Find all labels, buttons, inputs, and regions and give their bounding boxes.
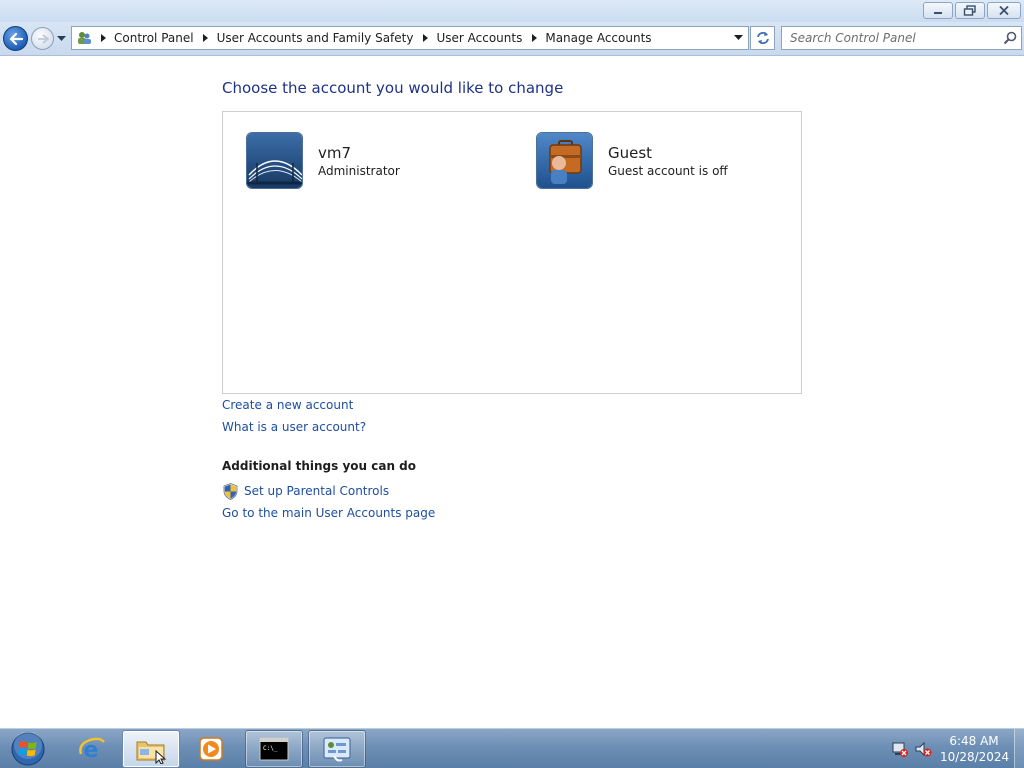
clock-date: 10/28/2024 (940, 750, 1010, 764)
minimize-button[interactable] (923, 2, 953, 19)
page-title: Choose the account you would like to cha… (222, 79, 564, 97)
account-tile-guest[interactable]: Guest Guest account is off (536, 132, 728, 189)
close-button[interactable] (987, 2, 1021, 19)
taskbar: e C:\_ 6:48 AM 10/28/2024 (0, 728, 1024, 768)
breadcrumb-arrow[interactable] (199, 27, 213, 49)
breadcrumb-user-accounts-family-safety[interactable]: User Accounts and Family Safety (213, 31, 419, 45)
command-prompt-icon: C:\_ (259, 737, 289, 761)
bridge-avatar-icon[interactable] (246, 132, 303, 189)
taskbar-media-player[interactable] (182, 730, 240, 768)
create-account-link[interactable]: Create a new account (222, 398, 353, 412)
taskbar-internet-explorer[interactable]: e (62, 730, 120, 768)
folder-icon (136, 741, 167, 764)
taskbar-control-panel[interactable] (308, 730, 366, 768)
refresh-button[interactable] (750, 26, 775, 50)
window-controls (923, 2, 1021, 19)
breadcrumb-arrow[interactable] (418, 27, 432, 49)
search-box[interactable]: Search Control Panel (781, 26, 1022, 50)
navigation-bar: Control Panel User Accounts and Family S… (0, 22, 1024, 56)
refresh-icon (756, 32, 769, 44)
accounts-list: vm7 Administrator Guest Guest account is… (222, 111, 802, 394)
minimize-icon (934, 11, 942, 14)
close-icon (999, 5, 1009, 16)
breadcrumb-manage-accounts[interactable]: Manage Accounts (541, 31, 656, 45)
breadcrumb-user-accounts[interactable]: User Accounts (432, 31, 527, 45)
maximize-button[interactable] (955, 2, 985, 19)
address-bar[interactable]: Control Panel User Accounts and Family S… (71, 26, 749, 50)
svg-text:e: e (84, 738, 99, 763)
breadcrumb-arrow[interactable] (527, 27, 541, 49)
window-titlebar (0, 0, 1024, 22)
parental-controls-task[interactable]: Set up Parental Controls (222, 482, 389, 500)
control-panel-icon (72, 27, 96, 49)
account-type: Guest account is off (608, 164, 728, 178)
restore-icon (963, 5, 976, 16)
parental-controls-link[interactable]: Set up Parental Controls (244, 484, 389, 498)
volume-muted-tray-icon[interactable] (914, 740, 932, 758)
account-info: vm7 Administrator (318, 132, 400, 179)
guest-briefcase-icon[interactable] (536, 132, 593, 189)
content-area: Choose the account you would like to cha… (0, 57, 1024, 728)
what-is-user-account-link[interactable]: What is a user account? (222, 420, 366, 434)
search-icon[interactable] (999, 27, 1021, 49)
chevron-down-icon (57, 36, 66, 41)
show-desktop-button[interactable] (1014, 729, 1024, 768)
address-dropdown-button[interactable] (729, 27, 747, 49)
recent-pages-button[interactable] (57, 35, 66, 43)
system-clock[interactable]: 6:48 AM 10/28/2024 (940, 733, 1010, 765)
breadcrumb-control-panel[interactable]: Control Panel (110, 31, 199, 45)
back-arrow-icon (9, 32, 23, 45)
additional-tasks-heading: Additional things you can do (222, 459, 417, 473)
back-button[interactable] (3, 26, 28, 51)
clock-time: 6:48 AM (949, 734, 999, 748)
svg-text:C:\_: C:\_ (263, 745, 278, 752)
breadcrumb-arrow[interactable] (96, 27, 110, 49)
account-info: Guest Guest account is off (608, 132, 728, 179)
account-type: Administrator (318, 164, 400, 178)
taskbar-command-prompt[interactable]: C:\_ (245, 730, 303, 768)
taskbar-windows-explorer[interactable] (122, 730, 180, 768)
uac-shield-icon (222, 482, 238, 500)
account-name[interactable]: Guest (608, 145, 728, 162)
start-button[interactable] (6, 731, 50, 767)
forward-button[interactable] (31, 27, 54, 50)
internet-explorer-icon: e (79, 737, 105, 763)
account-name[interactable]: vm7 (318, 145, 400, 162)
media-player-icon (199, 737, 223, 761)
forward-arrow-icon (37, 33, 49, 44)
chevron-down-icon (733, 35, 743, 40)
main-user-accounts-link[interactable]: Go to the main User Accounts page (222, 506, 435, 520)
breadcrumb: Control Panel User Accounts and Family S… (110, 27, 657, 49)
network-tray-icon[interactable] (891, 740, 909, 758)
control-panel-app-icon (323, 737, 351, 762)
account-tile-vm7[interactable]: vm7 Administrator (246, 132, 400, 189)
search-input[interactable]: Search Control Panel (782, 31, 999, 45)
windows-logo-icon (11, 732, 45, 766)
